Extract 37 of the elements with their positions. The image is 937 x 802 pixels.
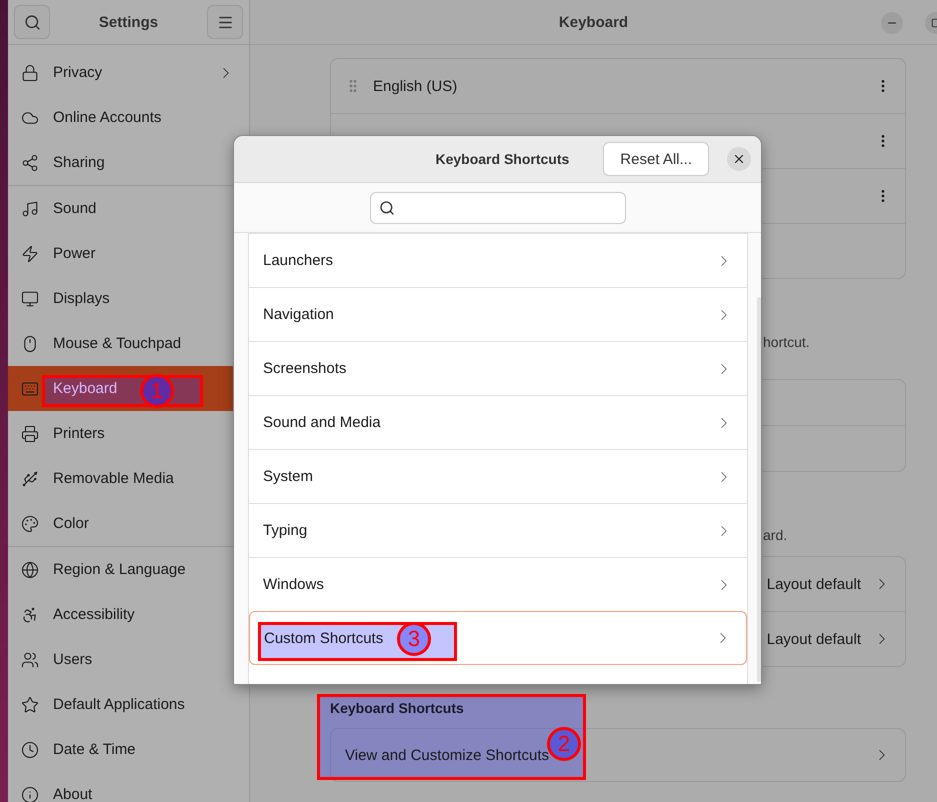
description-text: hortcut. (763, 334, 811, 350)
sidebar-item-label: Mouse & Touchpad (53, 335, 182, 352)
description-text: ard. (763, 527, 788, 543)
category-label: Screenshots (263, 360, 346, 377)
section-heading: Keyboard Shortcuts (330, 700, 464, 716)
sidebar-item-label: Sound (53, 200, 96, 217)
category-label: Windows (263, 576, 324, 593)
sidebar-item-label: Online Accounts (53, 109, 162, 126)
layout-value: Layout default (766, 630, 861, 648)
sidebar-item-label: Removable Media (53, 470, 174, 487)
sidebar-title: Settings (98, 14, 158, 30)
category-label: Custom Shortcuts (264, 630, 384, 646)
category-label: Sound and Media (263, 414, 381, 431)
layout-value: Layout default (766, 576, 861, 592)
category-label: Typing (263, 522, 308, 539)
category-label: Launchers (263, 252, 334, 269)
sidebar-item-label: Default Applications (53, 696, 185, 713)
page-title: Keyboard (558, 14, 628, 30)
dialog-title: Keyboard Shortcuts (435, 151, 570, 167)
category-label: Navigation (263, 306, 334, 323)
sidebar-item-label: Sharing (53, 154, 105, 171)
category-label: System (263, 468, 314, 485)
sidebar-item-label: Accessibility (53, 606, 135, 623)
sidebar-item-label: Date & Time (53, 741, 136, 758)
sidebar-item-label: Users (53, 651, 92, 668)
sidebar-item-label: Color (53, 515, 89, 532)
step-number: 2 (547, 727, 581, 761)
sidebar-item-label: Privacy (53, 64, 102, 81)
sidebar-item-label: Displays (53, 290, 110, 307)
shortcuts-row-label: View and Customize Shortcuts (345, 746, 549, 764)
sidebar-item-label: Power (53, 245, 96, 262)
sidebar-item-label: Printers (53, 425, 105, 442)
sidebar-item-label: Keyboard (53, 380, 118, 397)
sidebar-item-label: Region & Language (53, 561, 186, 578)
sidebar-item-label: About (53, 786, 92, 802)
step-number: 3 (397, 622, 431, 656)
input-source-label: English (US) (373, 78, 458, 94)
